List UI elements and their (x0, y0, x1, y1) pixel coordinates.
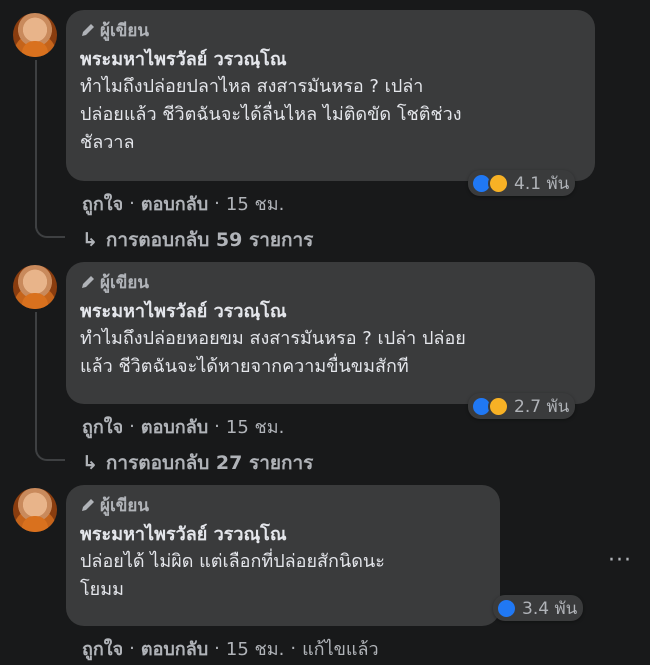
author-name[interactable]: พระมหาไพรวัลย์ วรวณฺโณ (80, 299, 583, 325)
separator-dot: · (214, 193, 220, 214)
view-replies-button[interactable]: ↳ การตอบกลับ 59 รายการ (82, 225, 313, 255)
separator-dot: · (129, 193, 135, 214)
replies-label: การตอบกลับ 27 รายการ (105, 452, 314, 474)
thread-line (35, 312, 37, 450)
like-button[interactable]: ถูกใจ (82, 189, 123, 218)
author-name[interactable]: พระมหาไพรวัลย์ วรวณฺโณ (80, 47, 583, 73)
reaction-count: 4.1 พัน (514, 173, 570, 194)
edited-label: แก้ไขแล้ว (302, 639, 379, 660)
comment-text-line: โยมม (80, 579, 124, 600)
reaction-summary[interactable]: 4.1 พัน (468, 170, 576, 196)
author-badge: ผู้เขียน (80, 18, 583, 42)
like-icon (496, 597, 517, 619)
reply-arrow-icon: ↳ (82, 452, 98, 474)
comment-text: ทำไมถึงปล่อยหอยขม สงสารมันหรอ ? เปล่า ปล… (80, 325, 583, 381)
haha-icon (488, 395, 509, 417)
comment-actions: ถูกใจ · ตอบกลับ · 15 ชม. · แก้ไขแล้ว (82, 634, 379, 663)
author-badge-label: ผู้เขียน (100, 272, 149, 293)
author-badge: ผู้เขียน (80, 493, 488, 517)
pencil-icon (82, 276, 94, 288)
comment-text-line: ชัลวาล (80, 132, 135, 153)
haha-icon (488, 172, 509, 194)
comment-text: ทำไมถึงปล่อยปลาไหล สงสารมันหรอ ? เปล่า ป… (80, 73, 583, 157)
avatar[interactable] (13, 13, 57, 57)
reply-button[interactable]: ตอบกลับ (141, 634, 208, 663)
comment-bubble: ผู้เขียน พระมหาไพรวัลย์ วรวณฺโณ ทำไมถึงป… (66, 10, 595, 181)
author-badge-label: ผู้เขียน (100, 20, 149, 41)
separator-dot: · (214, 638, 220, 659)
separator-dot: · (129, 416, 135, 437)
more-options-icon[interactable]: ··· (608, 548, 632, 573)
pencil-icon (82, 499, 94, 511)
comment-actions: ถูกใจ · ตอบกลับ · 15 ชม. (82, 412, 284, 441)
author-badge: ผู้เขียน (80, 270, 583, 294)
avatar[interactable] (13, 488, 57, 532)
comment-bubble: ผู้เขียน พระมหาไพรวัลย์ วรวณฺโณ ปล่อยได้… (66, 485, 500, 626)
comment-text-line: ทำไมถึงปล่อยปลาไหล สงสารมันหรอ ? เปล่า (80, 76, 424, 97)
comment-bubble: ผู้เขียน พระมหาไพรวัลย์ วรวณฺโณ ทำไมถึงป… (66, 262, 595, 404)
comment-text-line: แล้ว ชีวิตฉันจะได้หายจากความขื่นขมสักที (80, 356, 409, 377)
separator-dot: · (290, 638, 297, 659)
reply-arrow-icon: ↳ (82, 229, 98, 251)
reaction-summary[interactable]: 3.4 พัน (493, 595, 584, 621)
reaction-summary[interactable]: 2.7 พัน (468, 393, 576, 419)
thread-line (35, 60, 37, 228)
comment-actions: ถูกใจ · ตอบกลับ · 15 ชม. (82, 189, 284, 218)
comment-text: ปล่อยได้ ไม่ผิด แต่เลือกที่ปล่อยสักนิดนะ… (80, 548, 488, 604)
replies-label: การตอบกลับ 59 รายการ (105, 229, 314, 251)
thread-curve (35, 224, 65, 238)
pencil-icon (82, 24, 94, 36)
like-button[interactable]: ถูกใจ (82, 412, 123, 441)
reaction-count: 2.7 พัน (514, 396, 570, 417)
comment-text-line: ปล่อยได้ ไม่ผิด แต่เลือกที่ปล่อยสักนิดนะ (80, 551, 385, 572)
timestamp[interactable]: 15 ชม. (226, 189, 284, 218)
comment-text-line: ปล่อยแล้ว ชีวิตฉันจะได้ลื่นไหล ไม่ติดขัด… (80, 104, 462, 125)
thread-curve (35, 447, 65, 461)
avatar[interactable] (13, 265, 57, 309)
timestamp[interactable]: 15 ชม. (226, 412, 284, 441)
separator-dot: · (129, 638, 135, 659)
reply-button[interactable]: ตอบกลับ (141, 412, 208, 441)
comment-text-line: ทำไมถึงปล่อยหอยขม สงสารมันหรอ ? เปล่า ปล… (80, 328, 466, 349)
author-badge-label: ผู้เขียน (100, 495, 149, 516)
reply-button[interactable]: ตอบกลับ (141, 189, 208, 218)
view-replies-button[interactable]: ↳ การตอบกลับ 27 รายการ (82, 448, 313, 478)
separator-dot: · (214, 416, 220, 437)
timestamp[interactable]: 15 ชม. (226, 634, 284, 663)
author-name[interactable]: พระมหาไพรวัลย์ วรวณฺโณ (80, 522, 488, 548)
like-button[interactable]: ถูกใจ (82, 634, 123, 663)
reaction-count: 3.4 พัน (522, 598, 578, 619)
